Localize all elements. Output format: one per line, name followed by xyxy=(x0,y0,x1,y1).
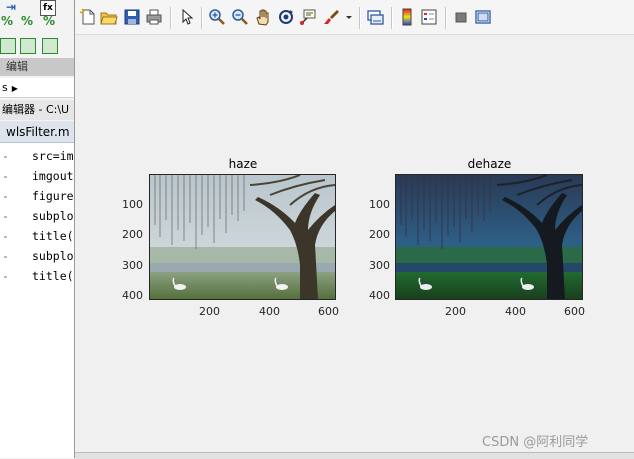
indent-right-icon[interactable] xyxy=(20,38,36,54)
zoom-out-icon[interactable] xyxy=(231,8,249,26)
code-area[interactable]: - src=im - imgout - figure - subplo - title( … xyxy=(0,143,76,458)
y-tick-label: 100 xyxy=(122,198,143,211)
legend-icon[interactable] xyxy=(420,8,438,26)
data-cursor-icon[interactable] xyxy=(299,8,317,26)
y-tick-label: 300 xyxy=(369,259,390,272)
x-tick-label: 600 xyxy=(564,305,585,318)
subplot-title: dehaze xyxy=(467,157,512,171)
y-tick-label: 400 xyxy=(369,289,390,302)
show-plot-tools-icon[interactable] xyxy=(474,8,492,26)
toolbar-separator xyxy=(170,7,172,29)
toolbar-separator xyxy=(359,7,361,29)
haze-image xyxy=(150,175,335,299)
current-folder-path[interactable]: s ▶ xyxy=(0,78,76,98)
code-line[interactable]: - src=im xyxy=(0,146,76,166)
code-line[interactable]: - imgout xyxy=(0,166,76,186)
code-line[interactable]: - subplo xyxy=(0,246,76,266)
editor-section-label: 编辑 xyxy=(0,58,76,76)
haze-image-axes[interactable] xyxy=(149,174,336,300)
open-file-icon[interactable] xyxy=(100,8,118,26)
comment-percent-icon[interactable]: % xyxy=(20,14,34,28)
current-folder-text: s xyxy=(2,81,8,94)
x-tick-label: 200 xyxy=(199,305,220,318)
print-icon[interactable] xyxy=(145,8,163,26)
csdn-watermark: CSDN @阿利同学 xyxy=(482,435,589,450)
dehaze-image-axes[interactable] xyxy=(395,174,583,300)
link-plot-icon[interactable] xyxy=(366,8,384,26)
uncomment-icon[interactable]: % xyxy=(42,14,56,28)
comment-icon[interactable]: % xyxy=(0,14,14,28)
indent-icon[interactable]: ⇥ xyxy=(4,0,18,14)
hide-plot-tools-icon[interactable] xyxy=(452,8,470,26)
expand-arrow-icon[interactable]: ▶ xyxy=(12,79,18,97)
x-tick-label: 400 xyxy=(259,305,280,318)
editor-title-bar: 编辑器 - C:\U xyxy=(0,100,76,120)
matlab-editor-background: ⇥ fx % % % 编辑 s ▶ 编辑器 - C:\U wlsFilter.m … xyxy=(0,0,80,458)
figure-toolbar xyxy=(75,0,634,35)
editor-toolbar-row-2: % % % xyxy=(0,14,76,34)
new-figure-icon[interactable] xyxy=(79,8,97,26)
figure-window: haze 100 200 300 400 200 400 600 dehaze … xyxy=(74,0,634,459)
pan-hand-icon[interactable] xyxy=(254,8,272,26)
colorbar-icon[interactable] xyxy=(398,8,416,26)
indent-left-icon[interactable] xyxy=(0,38,16,54)
y-tick-label: 200 xyxy=(369,228,390,241)
save-icon[interactable] xyxy=(123,8,141,26)
brush-icon[interactable] xyxy=(323,8,341,26)
pointer-icon[interactable] xyxy=(178,8,196,26)
x-tick-label: 200 xyxy=(445,305,466,318)
code-line[interactable]: - subplo xyxy=(0,206,76,226)
editor-file-tab[interactable]: wlsFilter.m xyxy=(0,121,76,143)
zoom-in-icon[interactable] xyxy=(208,8,226,26)
x-tick-label: 400 xyxy=(505,305,526,318)
code-line[interactable]: - title( xyxy=(0,226,76,246)
toolbar-separator xyxy=(391,7,393,29)
smart-indent-icon[interactable] xyxy=(42,38,58,54)
code-line[interactable]: - figure xyxy=(0,186,76,206)
dropdown-arrow-icon[interactable] xyxy=(345,8,353,26)
figure-canvas[interactable]: haze 100 200 300 400 200 400 600 dehaze … xyxy=(76,35,634,455)
code-line[interactable]: - title( xyxy=(0,266,76,286)
subplot-title: haze xyxy=(228,157,258,171)
x-tick-label: 600 xyxy=(318,305,339,318)
rotate-3d-icon[interactable] xyxy=(277,8,295,26)
editor-toolbar-row-3 xyxy=(0,38,76,58)
y-tick-label: 200 xyxy=(122,228,143,241)
y-tick-label: 300 xyxy=(122,259,143,272)
toolbar-separator xyxy=(445,7,447,29)
y-tick-label: 100 xyxy=(369,198,390,211)
y-tick-label: 400 xyxy=(122,289,143,302)
toolbar-separator xyxy=(201,7,203,29)
dehaze-image xyxy=(396,175,582,299)
